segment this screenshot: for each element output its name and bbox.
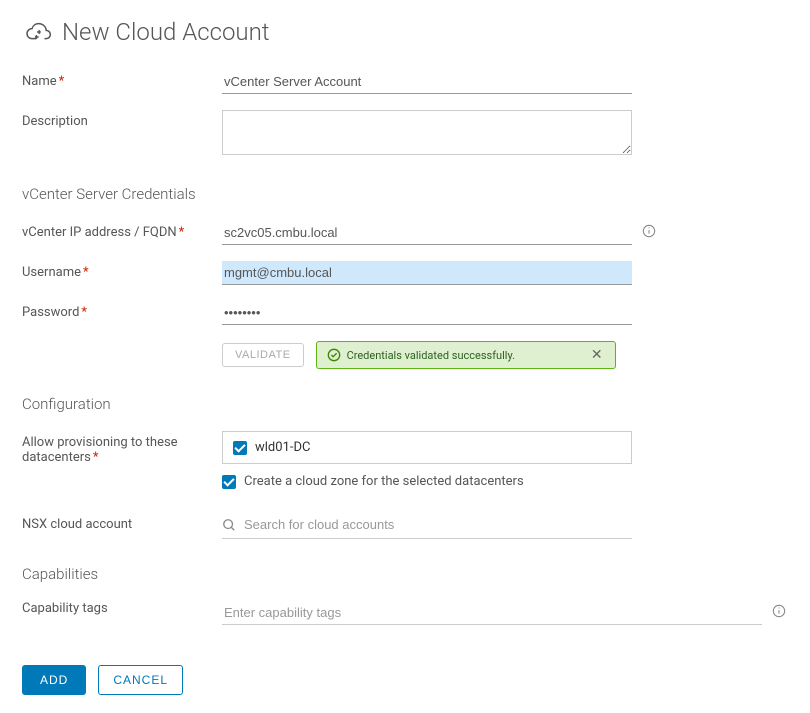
datacenter-name: wld01-DC xyxy=(255,440,310,455)
capabilities-section-title: Capabilities xyxy=(22,565,788,583)
datacenter-checkbox[interactable] xyxy=(233,441,247,455)
page-title: New Cloud Account xyxy=(62,18,270,46)
ip-input[interactable] xyxy=(222,221,632,245)
info-icon[interactable] xyxy=(772,604,786,618)
create-zone-checkbox[interactable] xyxy=(222,475,236,489)
username-input[interactable] xyxy=(222,261,632,285)
ip-label: vCenter IP address / FQDN* xyxy=(22,221,222,240)
cancel-button[interactable]: CANCEL xyxy=(98,665,183,695)
password-label: Password* xyxy=(22,301,222,320)
provision-label: Allow provisioning to these datacenters* xyxy=(22,431,222,465)
add-button[interactable]: ADD xyxy=(22,665,86,695)
create-zone-label: Create a cloud zone for the selected dat… xyxy=(244,474,524,489)
page-header: New Cloud Account xyxy=(22,18,788,46)
success-message: Credentials validated successfully. xyxy=(347,349,589,362)
name-label: Name* xyxy=(22,70,222,89)
description-textarea[interactable] xyxy=(222,110,632,155)
checkmark-circle-icon xyxy=(327,348,341,362)
tags-input[interactable] xyxy=(222,601,762,625)
password-input[interactable] xyxy=(222,301,632,325)
name-input[interactable] xyxy=(222,70,632,94)
configuration-section-title: Configuration xyxy=(22,395,788,413)
credentials-section-title: vCenter Server Credentials xyxy=(22,185,788,203)
validate-button[interactable]: VALIDATE xyxy=(222,343,304,367)
tags-label: Capability tags xyxy=(22,601,222,616)
datacenter-select[interactable]: wld01-DC xyxy=(222,431,632,464)
info-icon[interactable] xyxy=(642,224,656,238)
search-icon xyxy=(222,518,236,532)
nsx-label: NSX cloud account xyxy=(22,513,222,532)
cloud-icon xyxy=(22,20,52,44)
nsx-search-input[interactable] xyxy=(242,513,632,536)
description-label: Description xyxy=(22,110,222,129)
close-icon[interactable]: ✕ xyxy=(589,347,605,363)
success-banner: Credentials validated successfully. ✕ xyxy=(316,341,616,369)
username-label: Username* xyxy=(22,261,222,280)
